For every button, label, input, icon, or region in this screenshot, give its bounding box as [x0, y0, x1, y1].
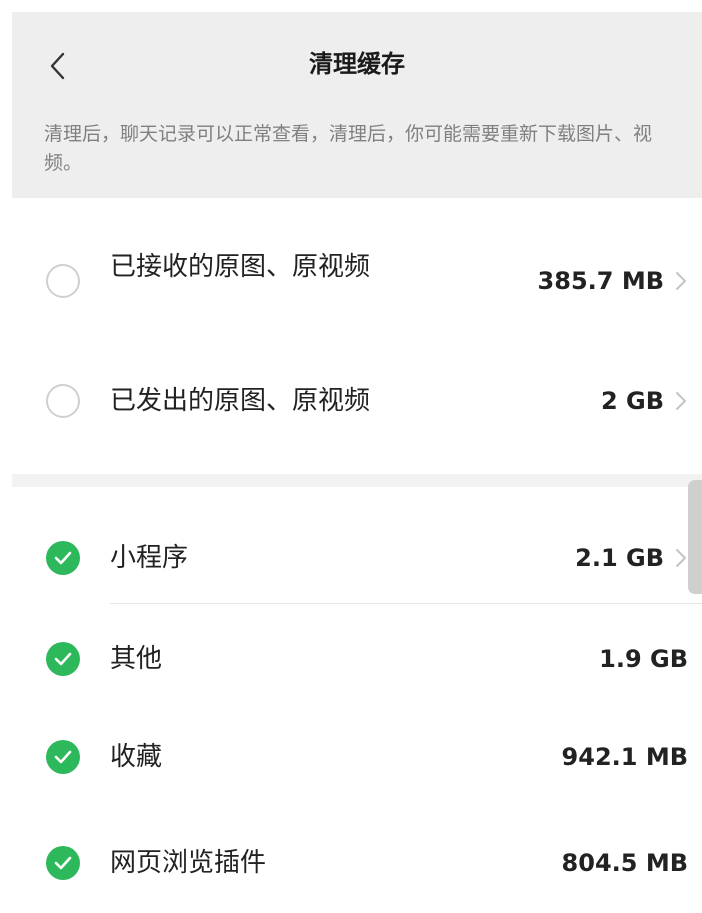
chevron-right-icon — [676, 392, 686, 410]
item-size: 385.7 MB — [537, 267, 664, 295]
item-size: 2 GB — [600, 387, 664, 415]
list-item-received-media[interactable]: 已接收的原图、原视频 385.7 MB — [12, 226, 702, 316]
page-description: 清理后，聊天记录可以正常查看，清理后，你可能需要重新下载图片、视频。 — [44, 123, 653, 174]
list-item-web-plugins[interactable]: 网页浏览插件 804.5 MB — [12, 802, 702, 912]
item-label: 已接收的原图、原视频 — [110, 252, 371, 282]
item-label: 小程序 — [110, 543, 189, 573]
section-other-cache: 小程序 2.1 GB 其他 1.9 GB 收藏 942.1 MB 网页浏览插件 … — [12, 487, 702, 913]
check-circle-icon[interactable] — [46, 740, 80, 774]
list-item-other[interactable]: 其他 1.9 GB — [12, 604, 702, 702]
item-size: 1.9 GB — [599, 645, 688, 673]
check-circle-icon[interactable] — [46, 846, 80, 880]
item-size: 804.5 MB — [561, 849, 688, 877]
item-label: 收藏 — [110, 742, 163, 772]
list-item-sent-media[interactable]: 已发出的原图、原视频 2 GB — [12, 348, 702, 448]
section-media: 已接收的原图、原视频 385.7 MB 已发出的原图、原视频 2 GB — [12, 198, 702, 474]
scrollbar[interactable] — [688, 480, 702, 594]
page-title: 清理缓存 — [309, 50, 405, 78]
list-item-favorites[interactable]: 收藏 942.1 MB — [12, 702, 702, 802]
chevron-right-icon — [676, 549, 686, 567]
item-size: 942.1 MB — [561, 743, 688, 771]
header: 清理缓存 清理后，聊天记录可以正常查看，清理后，你可能需要重新下载图片、视频。 — [12, 12, 702, 198]
check-circle-icon[interactable] — [46, 541, 80, 575]
empty-circle-icon[interactable] — [46, 384, 80, 418]
chevron-right-icon — [676, 272, 686, 290]
list-item-mini-programs[interactable]: 小程序 2.1 GB — [12, 487, 702, 603]
item-label: 已发出的原图、原视频 — [110, 386, 371, 416]
check-circle-icon[interactable] — [46, 642, 80, 676]
item-size: 2.1 GB — [575, 544, 664, 572]
empty-circle-icon[interactable] — [46, 264, 80, 298]
cache-cleanup-screen: 清理缓存 清理后，聊天记录可以正常查看，清理后，你可能需要重新下载图片、视频。 … — [12, 12, 702, 913]
item-label: 其他 — [110, 644, 163, 674]
item-label: 网页浏览插件 — [110, 848, 267, 878]
